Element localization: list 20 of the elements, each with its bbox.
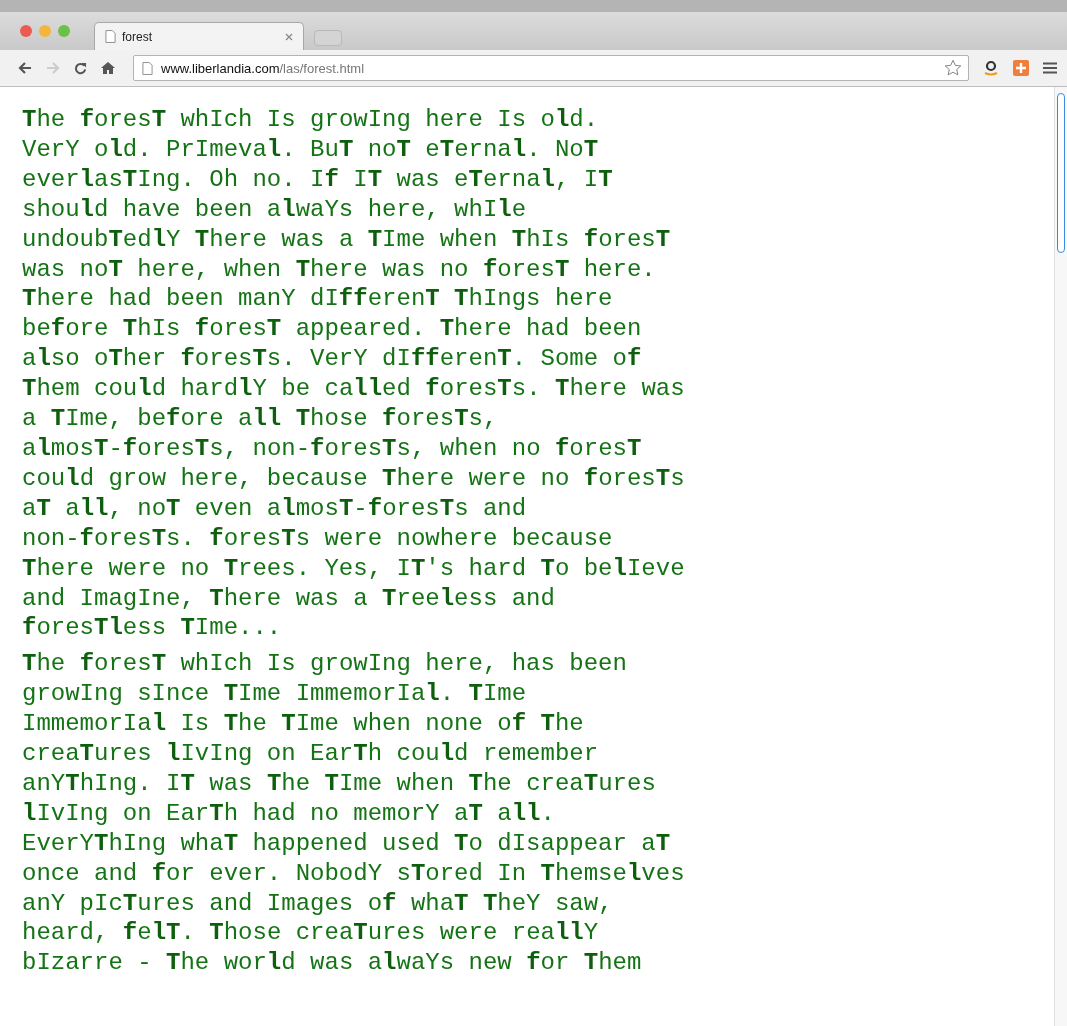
address-bar[interactable]: www.liberlandia.com/las/forest.html <box>133 55 969 81</box>
tab-title: forest <box>122 29 153 44</box>
browser-tab[interactable]: forest <box>94 22 304 50</box>
page-icon <box>105 30 116 43</box>
plus-icon[interactable] <box>1013 60 1029 76</box>
scrollbar-thumb[interactable] <box>1057 93 1065 253</box>
scrollbar[interactable] <box>1054 87 1067 1026</box>
page-icon <box>142 61 153 75</box>
close-window-button[interactable] <box>20 25 32 37</box>
text-paragraph: The foresT whIch Is growIng here Is old. VerY old. PrImeval. BuT noT eTernal. NoT everlasTIng. Oh no. If IT was eTernal, IT should have been alwaYs here, whIle undoubTedlY There was a TIme when ThIs foresT was noT here, when There was no foresT here. There had been manY dIfferenT ThIngs here before ThIs foresT appeared. There had been also oTher foresTs. VerY dIfferenT. Some of Them could hardlY be called foresTs. There was a TIme, before all Those foresTs, almosT-foresTs, non-foresTs, when no foresT could grow here, because There were no foresTs aT all, noT even almosT-foresTs and non-foresTs. foresTs were nowhere because There were no Trees. Yes, IT's hard To belIeve and ImagIne, There was a Treeless and foresTless TIme... <box>22 105 686 644</box>
star-icon[interactable] <box>944 59 962 77</box>
url-host: www.liberlandia.com <box>161 60 280 76</box>
extension-icon[interactable] <box>983 60 999 76</box>
home-icon[interactable] <box>101 61 115 75</box>
close-icon[interactable] <box>285 32 293 41</box>
back-icon[interactable] <box>18 62 32 74</box>
text-paragraph: The foresT whIch Is growIng here, has been growIng sInce TIme ImmemorIal. TIme ImmemorIal Is The TIme when none of The creaTures lIvIng on EarTh could remember anYThIng. IT was The TIme when The creaTures lIvIng on EarTh had no memorY aT all. EverYThIng whaT happened used To dIsappear aT once and for ever. NobodY sTored In Themselves anY pIcTures and Images of whaT TheY saw, heard, felT. Those creaTures were reallY bIzarre - The world was alwaYs new for Them <box>22 649 686 979</box>
menu-icon[interactable] <box>1043 62 1057 74</box>
url-path: /las/forest.html <box>279 60 365 76</box>
reload-icon[interactable] <box>74 61 87 75</box>
